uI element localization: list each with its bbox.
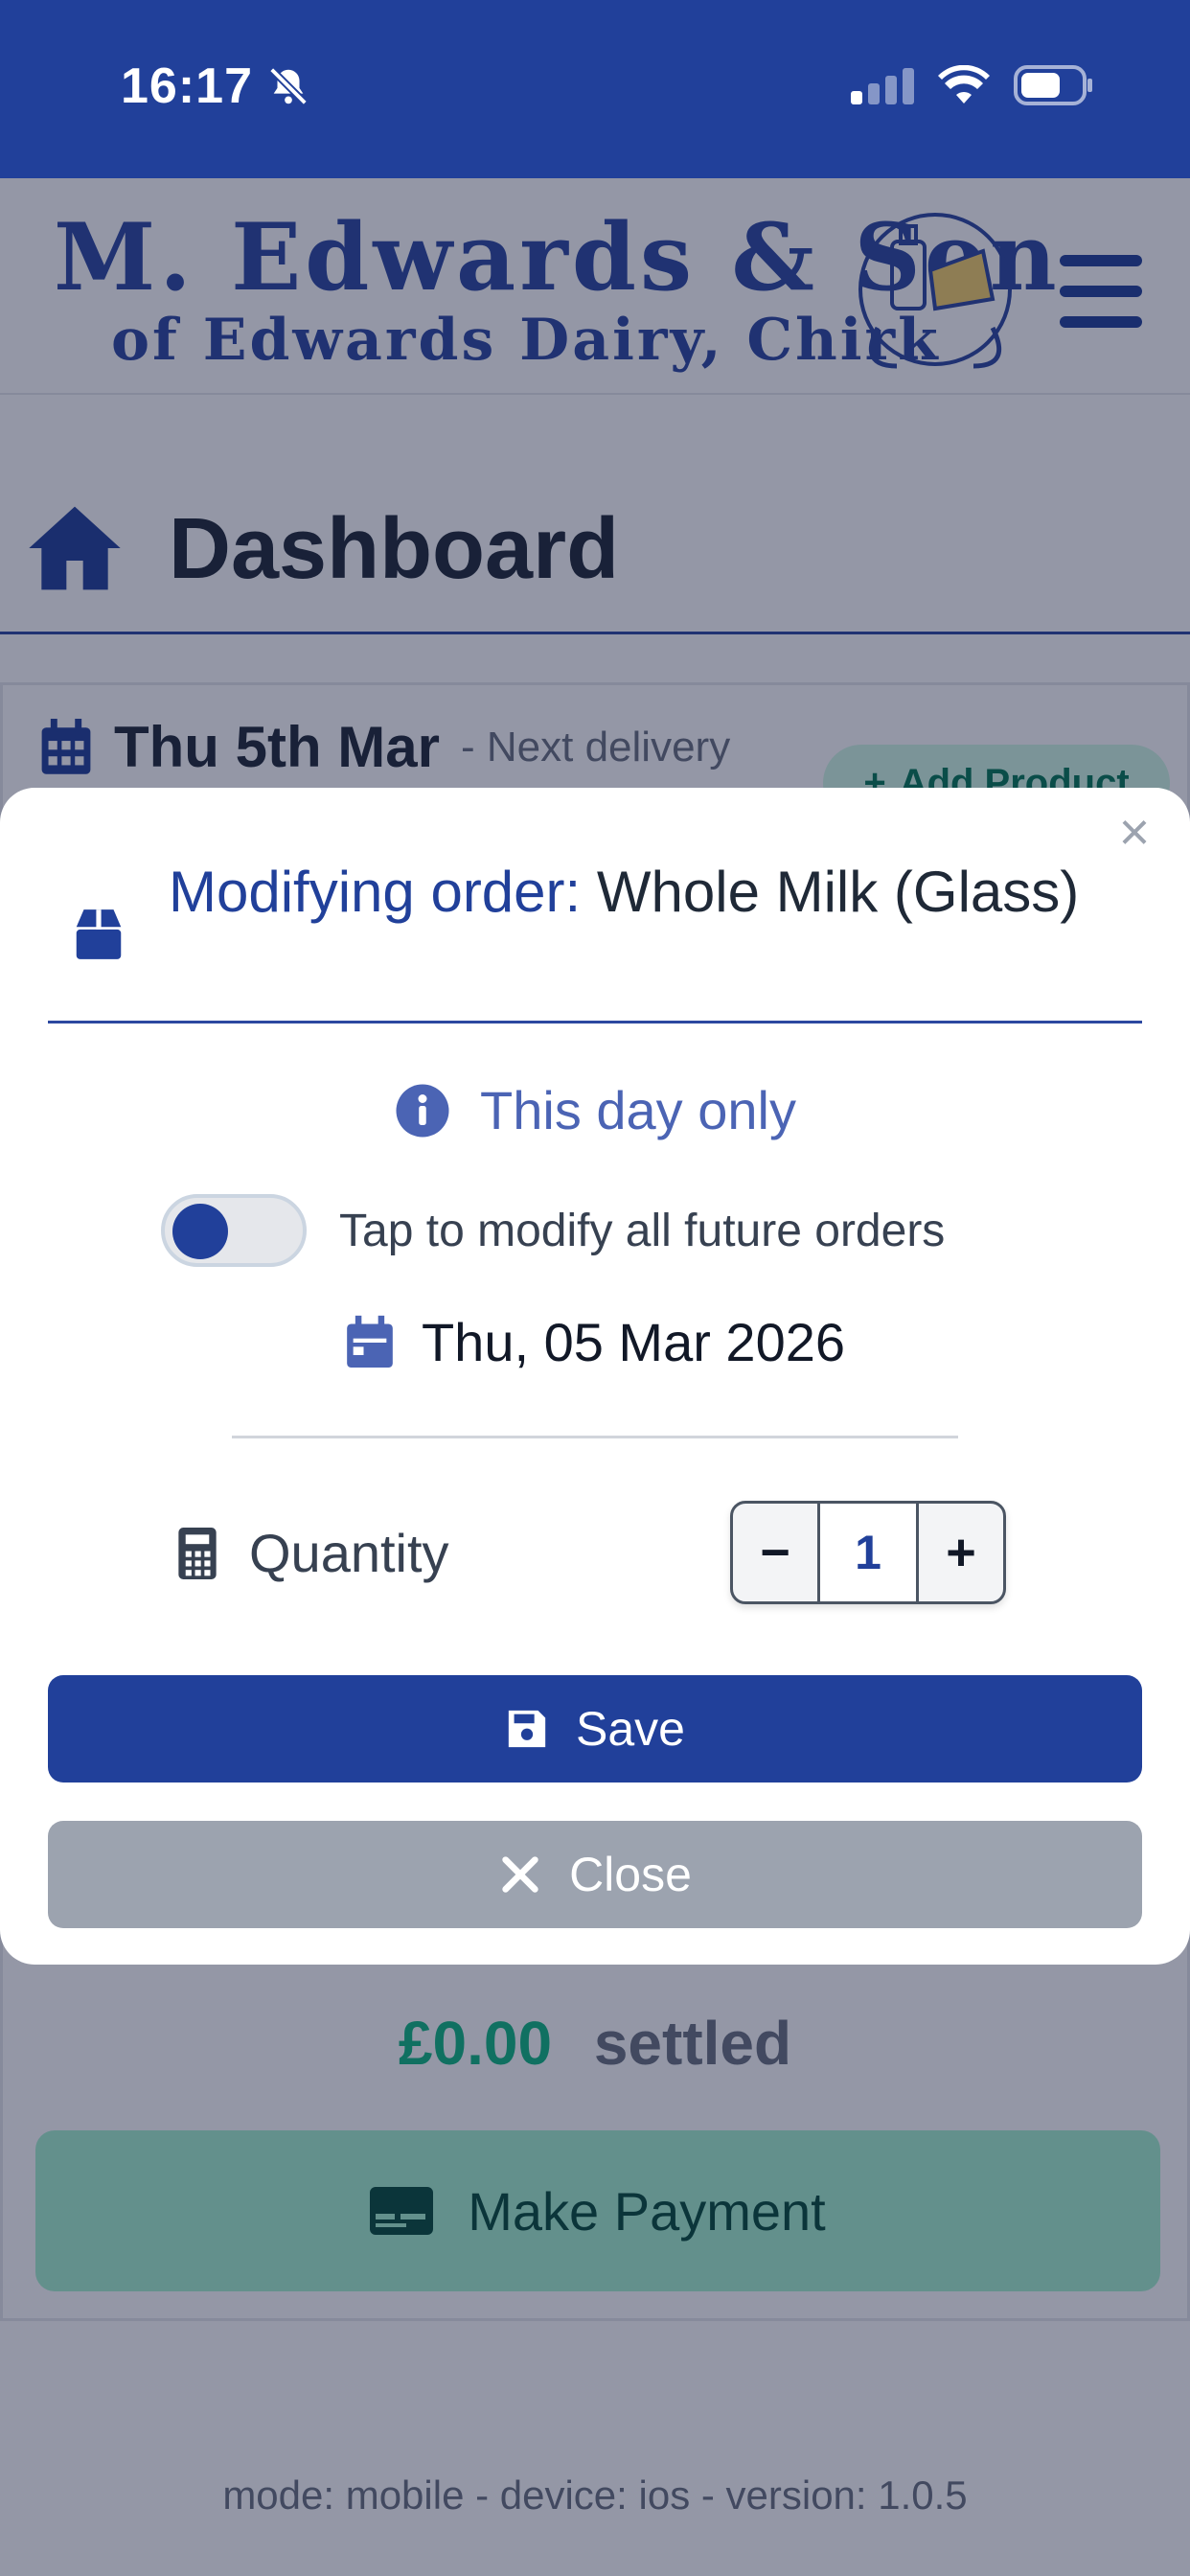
box-icon: [76, 909, 122, 959]
quantity-stepper: − 1 +: [730, 1501, 1006, 1604]
toggle-knob: [172, 1204, 228, 1259]
cellular-signal-icon: [851, 66, 914, 104]
status-right: [851, 65, 1094, 105]
increment-button[interactable]: +: [919, 1504, 1003, 1601]
modal-title-product: Whole Milk (Glass): [596, 860, 1080, 924]
scope-indicator: This day only: [0, 1079, 1190, 1141]
scope-label: This day only: [480, 1080, 796, 1140]
decrement-button[interactable]: −: [733, 1504, 817, 1601]
battery-icon: [1014, 65, 1092, 105]
save-button[interactable]: Save: [48, 1675, 1142, 1782]
calendar-icon: [347, 1315, 393, 1368]
floppy-disk-icon: [508, 1710, 546, 1748]
status-time: 16:17: [121, 58, 310, 115]
x-icon: [502, 1856, 538, 1893]
close-button[interactable]: Close: [48, 1821, 1142, 1928]
info-icon: [396, 1084, 449, 1137]
calculator-icon: [178, 1527, 217, 1579]
close-label: Close: [569, 1848, 692, 1901]
save-label: Save: [576, 1702, 685, 1756]
modal-header: Modifying order: Whole Milk (Glass): [48, 826, 1142, 1024]
modal-title: Modifying order: Whole Milk (Glass): [169, 851, 1108, 933]
status-bar: 16:17: [0, 0, 1190, 178]
future-orders-toggle-row: Tap to modify all future orders: [161, 1194, 945, 1267]
future-orders-toggle[interactable]: [161, 1194, 307, 1267]
modal-title-prefix: Modifying order:: [169, 860, 582, 924]
wifi-icon: [938, 65, 990, 104]
status-time-text: 16:17: [121, 58, 253, 114]
bell-slash-icon: [269, 67, 308, 105]
quantity-label: Quantity: [249, 1523, 449, 1583]
future-orders-toggle-label: Tap to modify all future orders: [339, 1205, 946, 1256]
quantity-label-row: Quantity: [178, 1522, 449, 1584]
order-date: Thu, 05 Mar 2026: [0, 1311, 1190, 1373]
quantity-value[interactable]: 1: [817, 1504, 919, 1601]
divider: [232, 1436, 958, 1438]
order-date-text: Thu, 05 Mar 2026: [421, 1312, 846, 1372]
modify-order-modal: × Modifying order: Whole Milk (Glass) Th…: [0, 788, 1190, 1965]
